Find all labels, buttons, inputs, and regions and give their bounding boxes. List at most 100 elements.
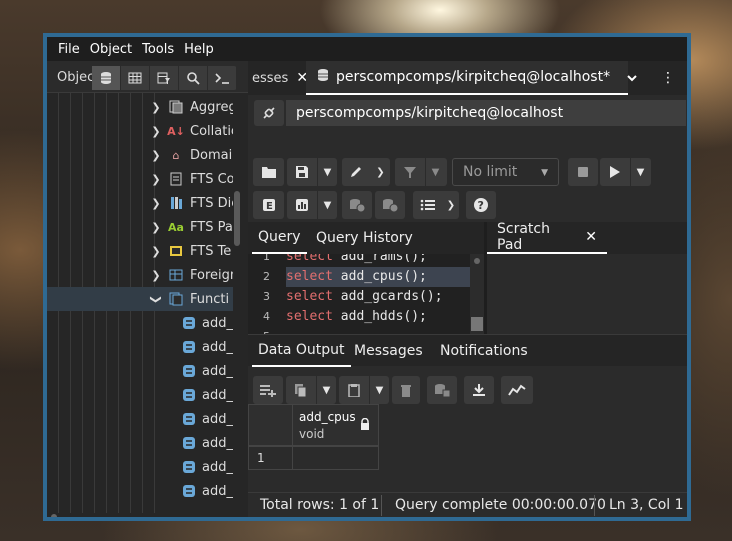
line-number: 1	[263, 254, 270, 263]
tree-item-function[interactable]: add_	[47, 311, 233, 335]
more-options-icon[interactable]: ⋮	[661, 61, 675, 95]
tree-item-function[interactable]: add_	[47, 455, 233, 479]
status-query-time: Query complete 00:00:00.070	[395, 497, 606, 513]
menu-file[interactable]: File	[53, 42, 85, 57]
scroll-thumb[interactable]	[471, 317, 483, 331]
tree-item-domains[interactable]: ❯ ⌂ Domai	[47, 143, 233, 167]
tree-hscroll[interactable]	[47, 513, 248, 517]
table-view-icon[interactable]	[121, 66, 150, 90]
tree-item-collations[interactable]: ❯ A↓ Collatic	[47, 119, 233, 143]
connection-status-icon[interactable]	[254, 100, 284, 126]
stop-button[interactable]	[568, 158, 598, 186]
macros-button[interactable]: ❯	[413, 191, 459, 219]
explain-button[interactable]: E	[253, 191, 284, 219]
chevron-right-icon[interactable]: ❯	[151, 197, 161, 210]
connection-name[interactable]: perscompcomps/kirpitcheq@localhost	[286, 100, 686, 126]
tab-scratch-pad[interactable]: Scratch Pad ✕	[487, 221, 607, 254]
tab-processes[interactable]: esses ✕	[248, 61, 308, 95]
column-header[interactable]: add_cpus void	[292, 404, 379, 446]
object-explorer-tab[interactable]: Objec	[57, 70, 94, 85]
tab-query[interactable]: Query	[252, 222, 307, 254]
chevron-right-icon[interactable]: ❯	[151, 173, 161, 186]
graph-visualiser-button[interactable]	[501, 376, 533, 404]
rollback-button[interactable]	[375, 191, 405, 219]
psql-tool-icon[interactable]	[208, 66, 237, 90]
table-cell[interactable]	[292, 446, 379, 470]
chevron-right-icon[interactable]: ❯	[151, 125, 161, 138]
tree-scrollbar[interactable]	[234, 191, 240, 246]
menu-help[interactable]: Help	[179, 42, 219, 57]
tab-query-tool[interactable]: perscompcomps/kirpitcheq@localhost*	[306, 61, 628, 95]
database-icon[interactable]	[92, 66, 121, 90]
open-file-button[interactable]	[253, 158, 284, 186]
explain-analyze-button[interactable]: ▼	[287, 191, 337, 219]
chevron-down-icon[interactable]: ▼	[630, 158, 650, 186]
add-row-button[interactable]	[253, 376, 283, 404]
chevron-down-icon[interactable]: ▼	[317, 191, 337, 219]
chevron-down-icon[interactable]: ❯	[371, 158, 390, 186]
row-number[interactable]: 1	[248, 446, 293, 470]
paste-button[interactable]: ▼	[339, 376, 389, 404]
edit-button[interactable]: ❯	[342, 158, 390, 186]
row-limit-select[interactable]: No limit ▼	[452, 158, 559, 186]
tree-item-function[interactable]: add_	[47, 335, 233, 359]
tree-item-functions[interactable]: ❯ Functi	[47, 287, 233, 311]
execute-button[interactable]: ▼	[600, 158, 651, 186]
chevron-right-icon[interactable]: ❯	[151, 101, 161, 114]
copy-button[interactable]: ▼	[286, 376, 336, 404]
search-icon[interactable]	[179, 66, 208, 90]
clipboard-icon[interactable]	[339, 376, 369, 404]
save-data-button[interactable]	[427, 376, 457, 404]
tab-data-output[interactable]: Data Output	[252, 335, 351, 367]
chevron-down-icon[interactable]: ▼	[317, 158, 337, 186]
help-button[interactable]: ?	[466, 191, 496, 219]
editor-scrollbar[interactable]	[470, 254, 484, 334]
scratch-pad-area[interactable]	[487, 254, 687, 334]
chart-icon[interactable]	[287, 191, 317, 219]
column-name: add_cpus	[299, 410, 356, 424]
tree-item-foreign-tables[interactable]: ❯ Foreign	[47, 263, 233, 287]
tree-item-fts-templates[interactable]: ❯ FTS Te	[47, 239, 233, 263]
download-button[interactable]	[464, 376, 494, 404]
save-icon[interactable]	[287, 158, 317, 186]
delete-button[interactable]	[392, 376, 420, 404]
chevron-down-icon[interactable]: ▼	[316, 376, 336, 404]
tree-item-fts-parsers[interactable]: ❯ Aa FTS Pa	[47, 215, 233, 239]
chevron-right-icon[interactable]: ❯	[151, 149, 161, 162]
filter-button[interactable]: ▼	[395, 158, 447, 186]
chevron-down-icon[interactable]: ❯	[150, 294, 163, 304]
chevron-right-icon[interactable]: ❯	[151, 269, 161, 282]
list-icon[interactable]	[413, 191, 443, 219]
chevron-down-icon[interactable]	[626, 61, 638, 95]
tab-messages[interactable]: Messages	[348, 335, 429, 367]
pencil-icon[interactable]	[342, 158, 371, 186]
tree-item-label: Foreign	[190, 267, 233, 283]
tree-item-function[interactable]: add_	[47, 431, 233, 455]
chevron-right-icon[interactable]: ❯	[151, 245, 161, 258]
filter-icon[interactable]	[395, 158, 425, 186]
tree-item-function[interactable]: add_	[47, 479, 233, 503]
chevron-down-icon[interactable]: ▼	[369, 376, 389, 404]
save-data-icon	[435, 384, 451, 397]
menu-object[interactable]: Object	[85, 42, 137, 57]
chevron-down-icon[interactable]: ▼	[425, 158, 445, 186]
save-file-button[interactable]: ▼	[287, 158, 337, 186]
commit-button[interactable]	[342, 191, 372, 219]
filtered-rows-icon[interactable]	[150, 66, 179, 90]
tree-scroll-track[interactable]	[233, 93, 248, 513]
tree-item-fts-config[interactable]: ❯ FTS Co	[47, 167, 233, 191]
chevron-down-icon[interactable]: ❯	[443, 191, 459, 219]
tree-item-function[interactable]: add_	[47, 383, 233, 407]
tree-item-aggregates[interactable]: ❯ Aggreg	[47, 95, 233, 119]
tree-item-function[interactable]: add_	[47, 407, 233, 431]
tree-item-fts-dictionaries[interactable]: ❯ FTS Dic	[47, 191, 233, 215]
copy-icon[interactable]	[286, 376, 316, 404]
tab-notifications[interactable]: Notifications	[434, 335, 534, 367]
play-icon[interactable]	[600, 158, 630, 186]
menu-tools[interactable]: Tools	[137, 42, 179, 57]
tree-item-function[interactable]: add_	[47, 359, 233, 383]
close-icon[interactable]: ✕	[585, 229, 597, 245]
chevron-right-icon[interactable]: ❯	[151, 221, 161, 234]
sql-editor[interactable]: 1 2 3 4 5 select add_rams(); select add_…	[248, 254, 484, 334]
tab-query-history[interactable]: Query History	[312, 222, 417, 254]
